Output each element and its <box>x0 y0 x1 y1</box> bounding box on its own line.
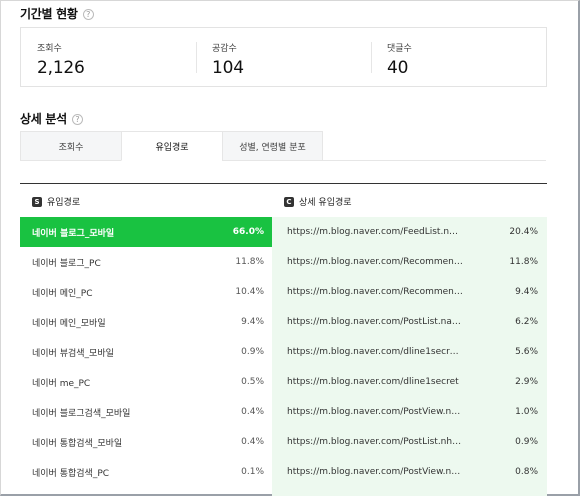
source-icon: S <box>32 196 42 207</box>
source-percent: 11.8% <box>235 257 264 267</box>
source-percent: 0.4% <box>241 437 264 447</box>
tab-inflow[interactable]: 유입경로 <box>121 131 222 161</box>
source-percent: 0.5% <box>241 377 264 387</box>
detail-percent: 2.9% <box>515 377 538 387</box>
detail-percent: 9.4% <box>515 287 538 297</box>
source-name: 네이버 블로그_모바일 <box>32 228 115 239</box>
source-percent: 0.9% <box>241 347 264 357</box>
source-name: 네이버 메인_모바일 <box>32 318 106 329</box>
source-name: 네이버 me_PC <box>32 378 91 389</box>
detail-url: https://m.blog.naver.com/dline1secret/··… <box>287 347 463 357</box>
source-name: 네이버 블로그_PC <box>32 258 101 269</box>
question-icon[interactable]: ? <box>82 9 94 20</box>
detail-percent: 20.4% <box>509 227 538 237</box>
stat-likes: 공감수 104 <box>196 28 371 86</box>
source-column-header: S 유입경로 <box>32 195 80 208</box>
question-icon[interactable]: ? <box>71 114 83 125</box>
period-section-title: 기간별 현황? <box>20 5 94 22</box>
table-header: S 유입경로 C 상세 유입경로 <box>20 184 547 217</box>
stat-value: 104 <box>212 58 244 78</box>
stat-label: 조회수 <box>37 44 62 54</box>
detail-row[interactable]: https://m.blog.naver.com/Recommend··· 11.… <box>272 247 547 277</box>
detail-list: https://m.blog.naver.com/FeedList.naver 2… <box>272 217 547 496</box>
source-row[interactable]: 네이버 통합검색_PC 0.1% <box>20 457 272 487</box>
detail-percent: 6.2% <box>515 317 538 327</box>
stat-label: 공감수 <box>212 44 237 54</box>
detail-section-title: 상세 분석? <box>20 110 83 127</box>
source-percent: 10.4% <box>235 287 264 297</box>
detail-row[interactable]: https://m.blog.naver.com/dline1secret 2.9… <box>272 367 547 397</box>
source-percent: 9.4% <box>241 317 264 327</box>
detail-row[interactable]: https://m.blog.naver.com/PostList.nhn?··… <box>272 427 547 457</box>
source-name: 네이버 뷰검색_모바일 <box>32 348 114 359</box>
source-row[interactable]: 네이버 통합검색_모바일 0.4% <box>20 427 272 457</box>
source-percent: 0.1% <box>241 467 264 477</box>
detail-url: https://m.blog.naver.com/PostView.nav··· <box>287 407 463 417</box>
stat-views: 조회수 2,126 <box>21 28 196 86</box>
source-row[interactable]: 네이버 뷰검색_모바일 0.9% <box>20 337 272 367</box>
detail-column-header: C 상세 유입경로 <box>284 195 352 208</box>
detail-url: https://m.blog.naver.com/PostList.nhn?··… <box>287 437 463 447</box>
source-row[interactable]: 네이버 메인_PC 10.4% <box>20 277 272 307</box>
detail-icon: C <box>284 196 294 207</box>
source-row[interactable]: 네이버 me_PC 0.5% <box>20 367 272 397</box>
detail-title-text: 상세 분석 <box>20 112 67 126</box>
detail-url: https://m.blog.naver.com/PostList.naver·… <box>287 317 463 327</box>
detail-percent: 11.8% <box>509 257 538 267</box>
source-percent: 0.4% <box>241 407 264 417</box>
source-row[interactable]: 네이버 블로그_모바일 66.0% <box>20 217 280 247</box>
analysis-tabs: 조회수 유입경로 성별, 연령별 분포 <box>20 131 546 161</box>
detail-row[interactable]: https://m.blog.naver.com/PostList.naver·… <box>272 307 547 337</box>
detail-percent: 0.8% <box>515 467 538 477</box>
detail-row[interactable]: https://m.blog.naver.com/PostView.nav···… <box>272 397 547 427</box>
stat-comments: 댓글수 40 <box>371 28 546 86</box>
period-summary: 조회수 2,126 공감수 104 댓글수 40 <box>20 27 547 87</box>
detail-url: https://m.blog.naver.com/Recommend··· <box>287 287 463 297</box>
source-row[interactable]: 네이버 메인_모바일 9.4% <box>20 307 272 337</box>
period-title-text: 기간별 현황 <box>20 7 78 21</box>
detail-url: https://m.blog.naver.com/Recommend··· <box>287 257 463 267</box>
tab-gender-age[interactable]: 성별, 연령별 분포 <box>222 131 323 161</box>
source-row[interactable]: 네이버 블로그검색_모바일 0.4% <box>20 397 272 427</box>
stat-value: 40 <box>387 58 409 78</box>
detail-percent: 5.6% <box>515 347 538 357</box>
source-row[interactable]: 네이버 블로그_PC 11.8% <box>20 247 272 277</box>
detail-row[interactable]: https://m.blog.naver.com/FeedList.naver 2… <box>272 217 547 247</box>
detail-url: https://m.blog.naver.com/dline1secret <box>287 377 459 387</box>
detail-row[interactable]: https://m.blog.naver.com/dline1secret/··… <box>272 337 547 367</box>
detail-header-label: 상세 유입경로 <box>299 198 352 208</box>
source-name: 네이버 메인_PC <box>32 288 93 299</box>
detail-percent: 1.0% <box>515 407 538 417</box>
source-percent: 66.0% <box>232 227 264 237</box>
detail-url: https://m.blog.naver.com/PostView.nav··· <box>287 467 463 477</box>
source-name: 네이버 통합검색_PC <box>32 468 110 479</box>
detail-row[interactable]: https://m.blog.naver.com/PostView.nav···… <box>272 457 547 487</box>
source-header-label: 유입경로 <box>47 198 81 208</box>
detail-percent: 0.9% <box>515 437 538 447</box>
detail-url: https://m.blog.naver.com/FeedList.naver <box>287 227 463 237</box>
tab-views[interactable]: 조회수 <box>20 131 121 161</box>
stat-label: 댓글수 <box>387 44 412 54</box>
tab-bar-filler <box>323 131 546 161</box>
source-list: 네이버 블로그_모바일 66.0% 네이버 블로그_PC 11.8% 네이버 메인_PC… <box>20 217 280 487</box>
source-name: 네이버 블로그검색_모바일 <box>32 408 131 419</box>
inflow-table: S 유입경로 C 상세 유입경로 네이버 블로그_모바일 66.0% 네이버 블로그_P… <box>20 183 547 496</box>
detail-row[interactable]: https://m.blog.naver.com/Recommend··· 9.4… <box>272 277 547 307</box>
stat-value: 2,126 <box>37 58 85 78</box>
source-name: 네이버 통합검색_모바일 <box>32 438 123 449</box>
